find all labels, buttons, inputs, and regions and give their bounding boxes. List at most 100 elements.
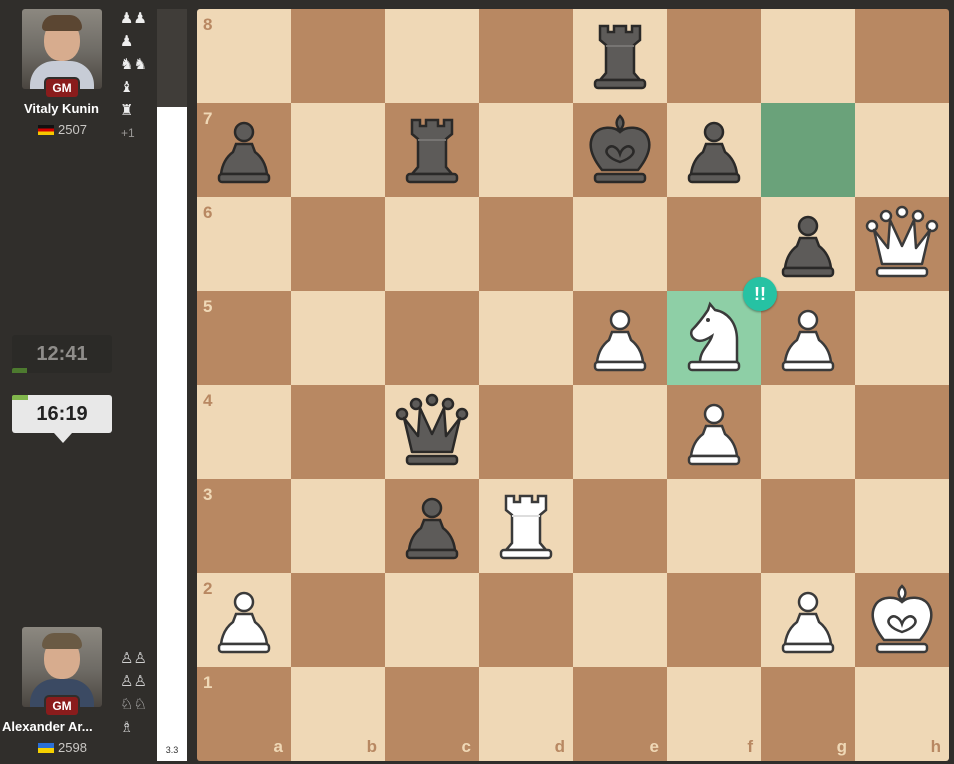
avatar[interactable] <box>22 627 102 707</box>
square-d6[interactable] <box>479 197 573 291</box>
black-king-icon[interactable] <box>573 103 667 197</box>
square-a4[interactable]: 4 <box>197 385 291 479</box>
white-pawn-icon[interactable] <box>761 291 855 385</box>
captured-pawns-icon: ♙♙ <box>120 650 147 667</box>
square-h8[interactable] <box>855 9 949 103</box>
square-f5[interactable]: !! <box>667 277 777 385</box>
avatar[interactable] <box>22 9 102 89</box>
square-b6[interactable] <box>291 197 385 291</box>
black-queen-icon[interactable] <box>385 385 479 479</box>
chess-board[interactable]: 8 7 6 5 !! 4 3 2 1a b c d e f g h <box>197 9 949 761</box>
square-a3[interactable]: 3 <box>197 479 291 573</box>
square-e8[interactable] <box>573 9 667 103</box>
square-c7[interactable] <box>385 103 479 197</box>
square-b1[interactable]: b <box>291 667 385 761</box>
captured-bishop-icon: ♗ <box>120 719 134 736</box>
captured-bishop-icon: ♝ <box>120 79 134 96</box>
square-b2[interactable] <box>291 573 385 667</box>
white-pawn-icon[interactable] <box>197 573 291 667</box>
square-g1[interactable]: g <box>761 667 855 761</box>
square-e6[interactable] <box>573 197 667 291</box>
square-f4[interactable] <box>667 385 761 479</box>
square-g2[interactable] <box>761 573 855 667</box>
square-d2[interactable] <box>479 573 573 667</box>
square-a5[interactable]: 5 <box>197 291 291 385</box>
square-a2[interactable]: 2 <box>197 573 291 667</box>
square-b5[interactable] <box>291 291 385 385</box>
square-e7[interactable] <box>573 103 667 197</box>
top-captured-pieces: ♟♟ ♟ ♞♞ ♝ ♜ <box>120 7 147 122</box>
square-a1[interactable]: 1a <box>197 667 291 761</box>
square-c5[interactable] <box>385 291 479 385</box>
square-e3[interactable] <box>573 479 667 573</box>
file-label: c <box>461 737 471 756</box>
black-pawn-icon[interactable] <box>667 103 761 197</box>
square-h5[interactable] <box>855 291 949 385</box>
square-h2[interactable] <box>855 573 949 667</box>
top-player-name[interactable]: Vitaly Kunin <box>0 101 174 116</box>
captured-knights-icon: ♘♘ <box>120 696 147 713</box>
square-d8[interactable] <box>479 9 573 103</box>
square-g8[interactable] <box>761 9 855 103</box>
square-a8[interactable]: 8 <box>197 9 291 103</box>
square-h4[interactable] <box>855 385 949 479</box>
white-king-icon[interactable] <box>855 573 949 667</box>
square-g3[interactable] <box>761 479 855 573</box>
square-c1[interactable]: c <box>385 667 479 761</box>
square-d1[interactable]: d <box>479 667 573 761</box>
ukraine-flag-icon <box>38 743 54 753</box>
black-pawn-icon[interactable] <box>385 479 479 573</box>
white-queen-icon[interactable] <box>855 197 949 291</box>
square-c3[interactable] <box>385 479 479 573</box>
rank-label: 6 <box>203 203 213 222</box>
square-d7[interactable] <box>479 103 573 197</box>
square-d3[interactable] <box>479 479 573 573</box>
square-b8[interactable] <box>291 9 385 103</box>
square-h6[interactable] <box>855 197 949 291</box>
square-e2[interactable] <box>573 573 667 667</box>
square-g7[interactable] <box>761 103 855 197</box>
square-d4[interactable] <box>479 385 573 479</box>
square-h3[interactable] <box>855 479 949 573</box>
square-d5[interactable] <box>479 291 573 385</box>
square-e1[interactable]: e <box>573 667 667 761</box>
square-b3[interactable] <box>291 479 385 573</box>
square-e4[interactable] <box>573 385 667 479</box>
bottom-clock-time: 16:19 <box>36 403 88 425</box>
square-c2[interactable] <box>385 573 479 667</box>
square-e5[interactable] <box>573 291 667 385</box>
black-pawn-icon[interactable] <box>761 197 855 291</box>
square-f2[interactable] <box>667 573 761 667</box>
square-f1[interactable]: f <box>667 667 761 761</box>
square-f3[interactable] <box>667 479 761 573</box>
white-pawn-icon[interactable] <box>573 291 667 385</box>
black-rook-icon[interactable] <box>573 9 667 103</box>
square-h1[interactable]: h <box>855 667 949 761</box>
square-g6[interactable] <box>761 197 855 291</box>
square-f7[interactable] <box>667 103 761 197</box>
germany-flag-icon <box>38 125 54 135</box>
file-label: e <box>649 737 659 756</box>
square-c6[interactable] <box>385 197 479 291</box>
square-b4[interactable] <box>291 385 385 479</box>
black-rook-icon[interactable] <box>385 103 479 197</box>
square-f6[interactable] <box>667 197 761 291</box>
square-g4[interactable] <box>761 385 855 479</box>
square-c4[interactable] <box>385 385 479 479</box>
rank-label: 5 <box>203 297 213 316</box>
square-c8[interactable] <box>385 9 479 103</box>
square-h7[interactable] <box>855 103 949 197</box>
evaluation-bar: 3.3 <box>157 9 187 761</box>
white-pawn-icon[interactable] <box>761 573 855 667</box>
square-f8[interactable] <box>667 9 761 103</box>
top-clock-progress <box>12 368 27 373</box>
square-b7[interactable] <box>291 103 385 197</box>
square-g5[interactable] <box>761 291 855 385</box>
rank-label: 3 <box>203 485 213 504</box>
top-clock-time: 12:41 <box>36 343 88 365</box>
white-pawn-icon[interactable] <box>667 385 761 479</box>
square-a7[interactable]: 7 <box>197 103 291 197</box>
square-a6[interactable]: 6 <box>197 197 291 291</box>
black-pawn-icon[interactable] <box>197 103 291 197</box>
white-rook-icon[interactable] <box>479 479 573 573</box>
